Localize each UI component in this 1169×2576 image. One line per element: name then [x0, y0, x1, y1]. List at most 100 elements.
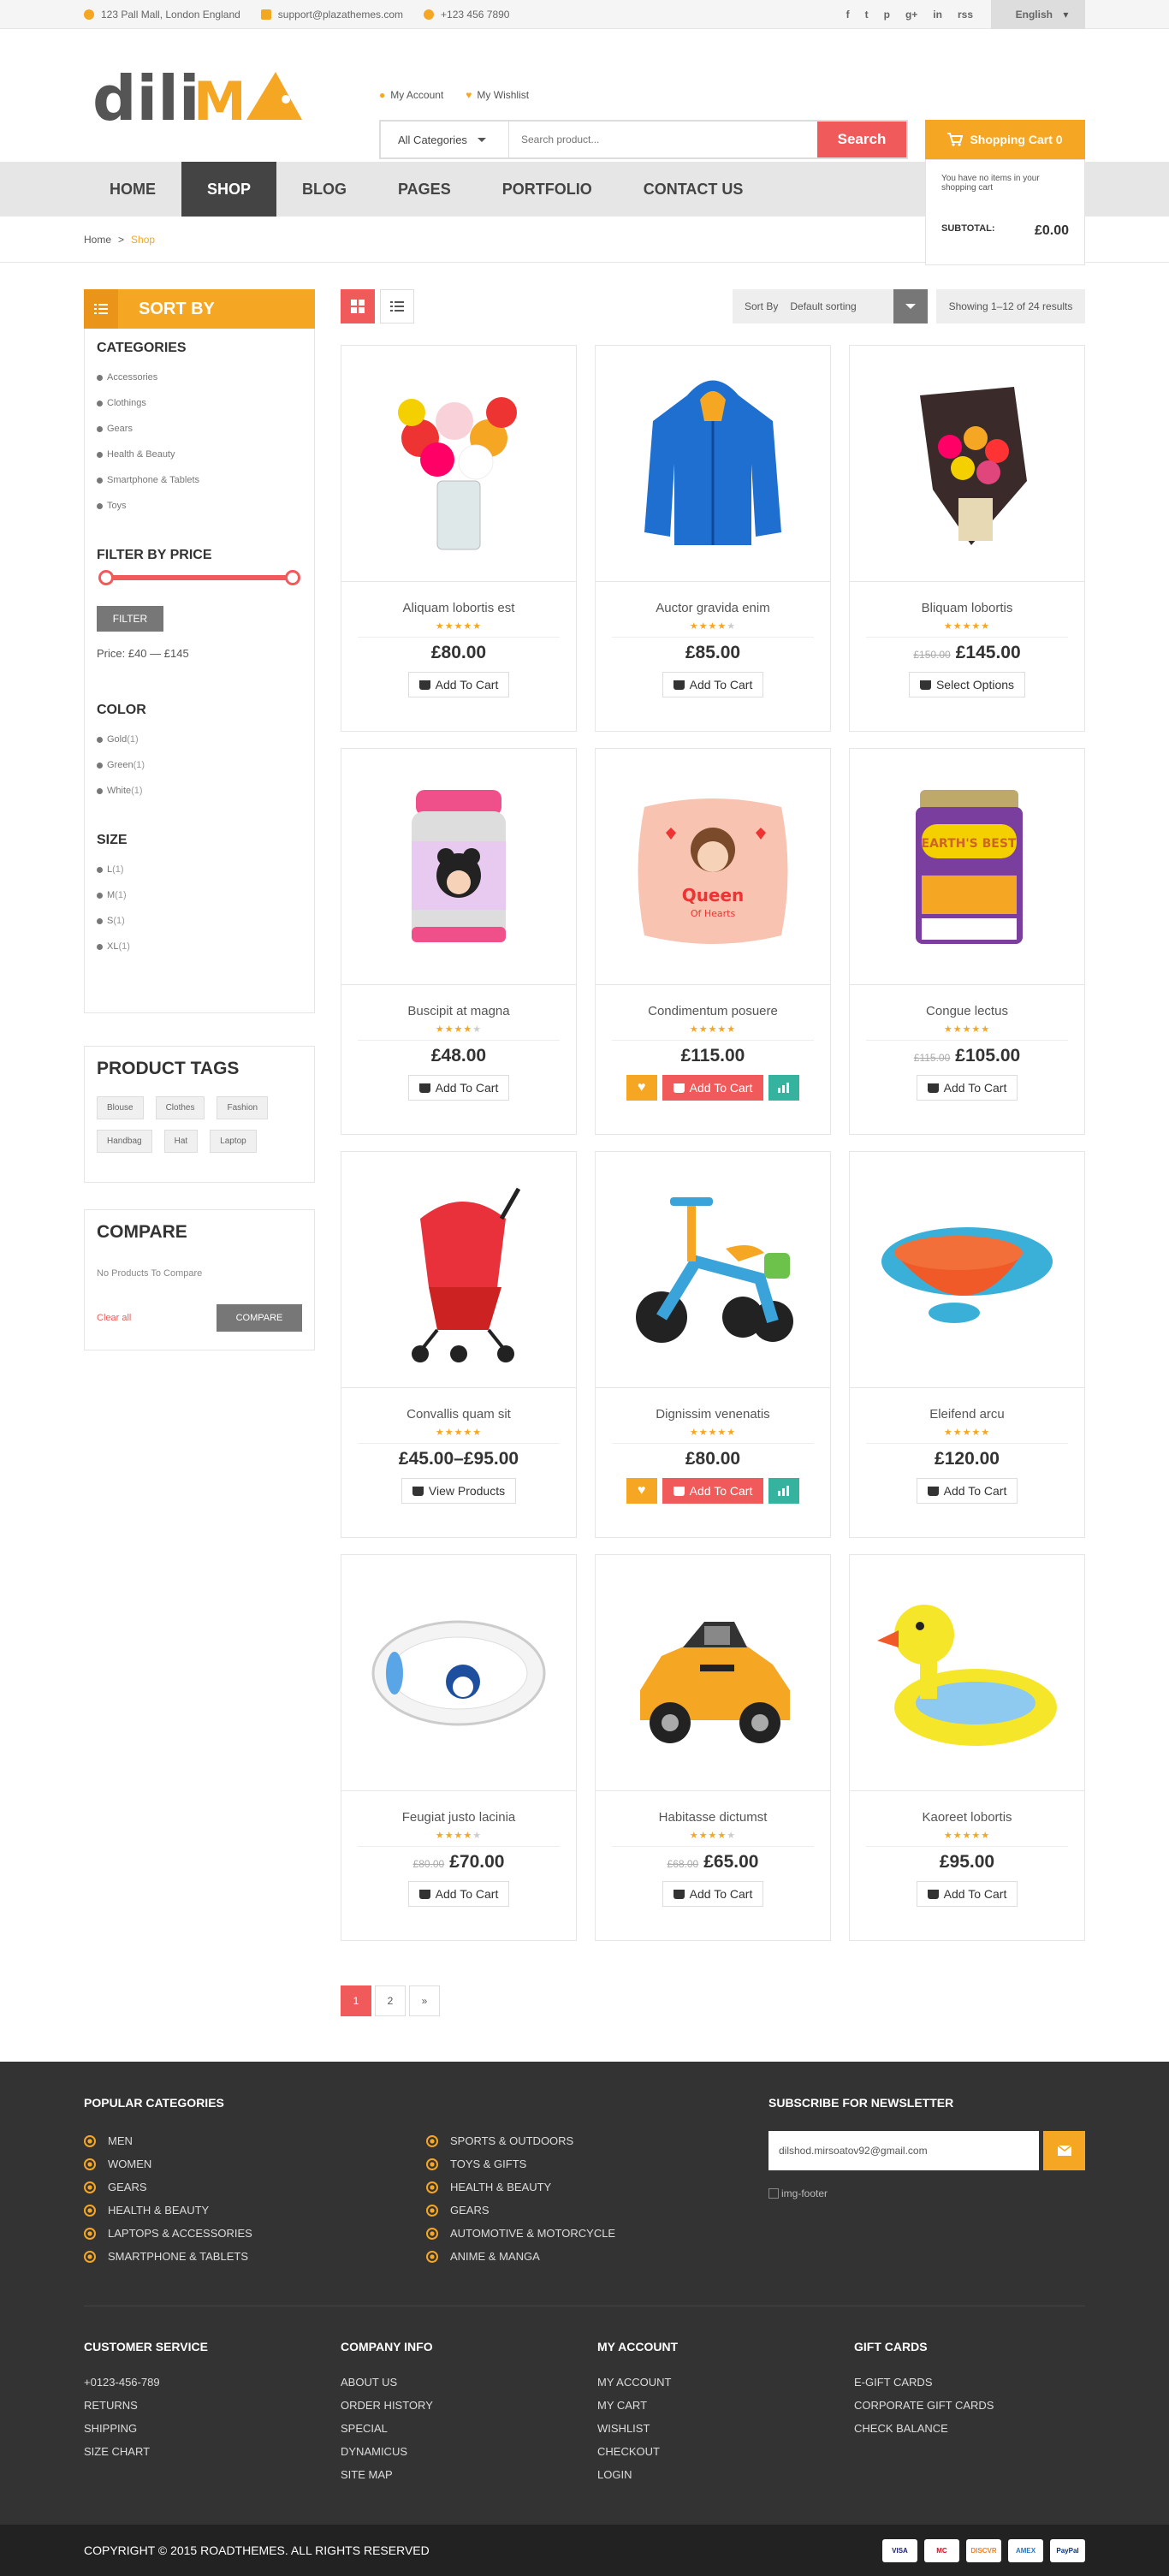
nav-contact[interactable]: CONTACT US	[618, 162, 769, 217]
price-slider[interactable]	[98, 570, 300, 585]
facebook-icon[interactable]: f	[846, 9, 850, 21]
rss-icon[interactable]: rss	[958, 9, 973, 21]
add-to-cart-button[interactable]: Add To Cart	[662, 1075, 764, 1101]
breadcrumb-home[interactable]: Home	[84, 234, 111, 246]
nav-shop[interactable]: SHOP	[181, 162, 277, 217]
product-image[interactable]: EARTH'S BEST	[850, 749, 1084, 985]
category-item[interactable]: Smartphone & Tablets	[97, 467, 302, 493]
compare-button[interactable]: COMPARE	[217, 1304, 302, 1332]
footer-link[interactable]: CHECK BALANCE	[854, 2417, 994, 2440]
category-item[interactable]: Gears	[97, 416, 302, 442]
product-card[interactable]: Kaoreet lobortis ★★★★★ £95.00 Add To Cart	[849, 1554, 1085, 1941]
color-item[interactable]: White (1)	[97, 778, 302, 804]
sort-select[interactable]: Sort By Default sorting	[733, 289, 928, 323]
product-image[interactable]	[341, 1555, 576, 1791]
site-logo[interactable]: dili M	[92, 63, 302, 130]
footer-category-link[interactable]: WOMEN	[84, 2152, 252, 2175]
footer-link[interactable]: MY ACCOUNT	[597, 2371, 671, 2394]
add-to-cart-button[interactable]: View Products	[401, 1478, 517, 1504]
product-card[interactable]: Queen Of Hearts Condimentum posuere ★★★★★ £1…	[595, 748, 831, 1135]
clear-all-link[interactable]: Clear all	[97, 1313, 131, 1323]
add-to-cart-button[interactable]: Add To Cart	[662, 1881, 764, 1907]
nav-blog[interactable]: BLOG	[276, 162, 372, 217]
my-account-link[interactable]: ● My Account	[379, 89, 443, 101]
pinterest-icon[interactable]: p	[884, 9, 890, 21]
footer-category-link[interactable]: SMARTPHONE & TABLETS	[84, 2245, 252, 2268]
add-to-cart-button[interactable]: Add To Cart	[662, 672, 764, 697]
product-name[interactable]: Congue lectus	[850, 1004, 1084, 1018]
add-to-cart-button[interactable]: Add To Cart	[407, 1075, 510, 1101]
compare-product-button[interactable]	[768, 1075, 800, 1101]
size-item[interactable]: L (1)	[97, 857, 302, 882]
footer-category-link[interactable]: HEALTH & BEAUTY	[84, 2199, 252, 2222]
product-image[interactable]	[596, 1555, 830, 1791]
size-item[interactable]: M (1)	[97, 882, 302, 908]
my-wishlist-link[interactable]: ♥ My Wishlist	[466, 89, 529, 101]
add-to-cart-button[interactable]: Add To Cart	[407, 1881, 510, 1907]
footer-link[interactable]: E-GIFT CARDS	[854, 2371, 994, 2394]
product-card[interactable]: Eleifend arcu ★★★★★ £120.00 Add To Cart	[849, 1151, 1085, 1538]
category-item[interactable]: Health & Beauty	[97, 442, 302, 467]
category-item[interactable]: Clothings	[97, 390, 302, 416]
next-page-button[interactable]: »	[409, 1985, 440, 2016]
footer-category-link[interactable]: TOYS & GIFTS	[426, 2152, 615, 2175]
footer-category-link[interactable]: LAPTOPS & ACCESSORIES	[84, 2222, 252, 2245]
product-card[interactable]: Buscipit at magna ★★★★★ £48.00 Add To Cart	[341, 748, 577, 1135]
wishlist-button[interactable]: ♥	[626, 1478, 657, 1504]
size-item[interactable]: XL (1)	[97, 934, 302, 959]
product-card[interactable]: Convallis quam sit ★★★★★ £45.00–£95.00 View…	[341, 1151, 577, 1538]
footer-link[interactable]: +0123-456-789	[84, 2371, 160, 2394]
product-name[interactable]: Auctor gravida enim	[596, 601, 830, 615]
linkedin-icon[interactable]: in	[933, 9, 942, 21]
footer-category-link[interactable]: HEALTH & BEAUTY	[426, 2175, 615, 2199]
price-max-handle[interactable]	[285, 570, 300, 585]
product-name[interactable]: Habitasse dictumst	[596, 1810, 830, 1825]
add-to-cart-button[interactable]: Add To Cart	[916, 1881, 1018, 1907]
product-name[interactable]: Bliquam lobortis	[850, 601, 1084, 615]
google-plus-icon[interactable]: g+	[905, 9, 917, 21]
product-name[interactable]: Eleifend arcu	[850, 1407, 1084, 1422]
footer-category-link[interactable]: GEARS	[426, 2199, 615, 2222]
product-image[interactable]	[596, 1152, 830, 1388]
newsletter-email-input[interactable]	[768, 2131, 1039, 2170]
product-card[interactable]: Auctor gravida enim ★★★★★ £85.00 Add To Car…	[595, 345, 831, 732]
price-min-handle[interactable]	[98, 570, 114, 585]
wishlist-button[interactable]: ♥	[626, 1075, 657, 1101]
nav-portfolio[interactable]: PORTFOLIO	[477, 162, 618, 217]
product-card[interactable]: Habitasse dictumst ★★★★★ £68.00 £65.00 Add T…	[595, 1554, 831, 1941]
add-to-cart-button[interactable]: Select Options	[908, 672, 1026, 697]
footer-link[interactable]: ORDER HISTORY	[341, 2394, 433, 2417]
compare-product-button[interactable]	[768, 1478, 800, 1504]
add-to-cart-button[interactable]: Add To Cart	[662, 1478, 764, 1504]
product-image[interactable]	[341, 1152, 576, 1388]
product-image[interactable]: Queen Of Hearts	[596, 749, 830, 985]
tag-item[interactable]: Blouse	[97, 1096, 144, 1119]
footer-link[interactable]: CORPORATE GIFT CARDS	[854, 2394, 994, 2417]
newsletter-submit-button[interactable]	[1043, 2131, 1085, 2170]
product-image[interactable]	[341, 346, 576, 582]
product-card[interactable]: Bliquam lobortis ★★★★★ £150.00 £145.00 Selec…	[849, 345, 1085, 732]
email-link[interactable]: support@plazathemes.com	[260, 9, 403, 21]
language-select[interactable]: English ▾	[991, 0, 1085, 29]
footer-category-link[interactable]: AUTOMOTIVE & MOTORCYCLE	[426, 2222, 615, 2245]
list-view-button[interactable]	[380, 289, 414, 323]
footer-link[interactable]: LOGIN	[597, 2463, 671, 2486]
footer-link[interactable]: CHECKOUT	[597, 2440, 671, 2463]
footer-category-link[interactable]: SPORTS & OUTDOORS	[426, 2129, 615, 2152]
product-image[interactable]	[596, 346, 830, 582]
product-name[interactable]: Kaoreet lobortis	[850, 1810, 1084, 1825]
product-name[interactable]: Condimentum posuere	[596, 1004, 830, 1018]
footer-link[interactable]: MY CART	[597, 2394, 671, 2417]
add-to-cart-button[interactable]: Add To Cart	[916, 1075, 1018, 1101]
nav-home[interactable]: HOME	[84, 162, 181, 217]
color-item[interactable]: Gold (1)	[97, 727, 302, 752]
search-button[interactable]: Search	[817, 122, 906, 157]
shopping-cart-button[interactable]: Shopping Cart 0	[925, 120, 1085, 159]
footer-link[interactable]: ABOUT US	[341, 2371, 433, 2394]
footer-category-link[interactable]: GEARS	[84, 2175, 252, 2199]
category-item[interactable]: Toys	[97, 493, 302, 519]
product-image[interactable]	[850, 346, 1084, 582]
footer-link[interactable]: RETURNS	[84, 2394, 160, 2417]
footer-link[interactable]: SIZE CHART	[84, 2440, 160, 2463]
product-image[interactable]	[341, 749, 576, 985]
